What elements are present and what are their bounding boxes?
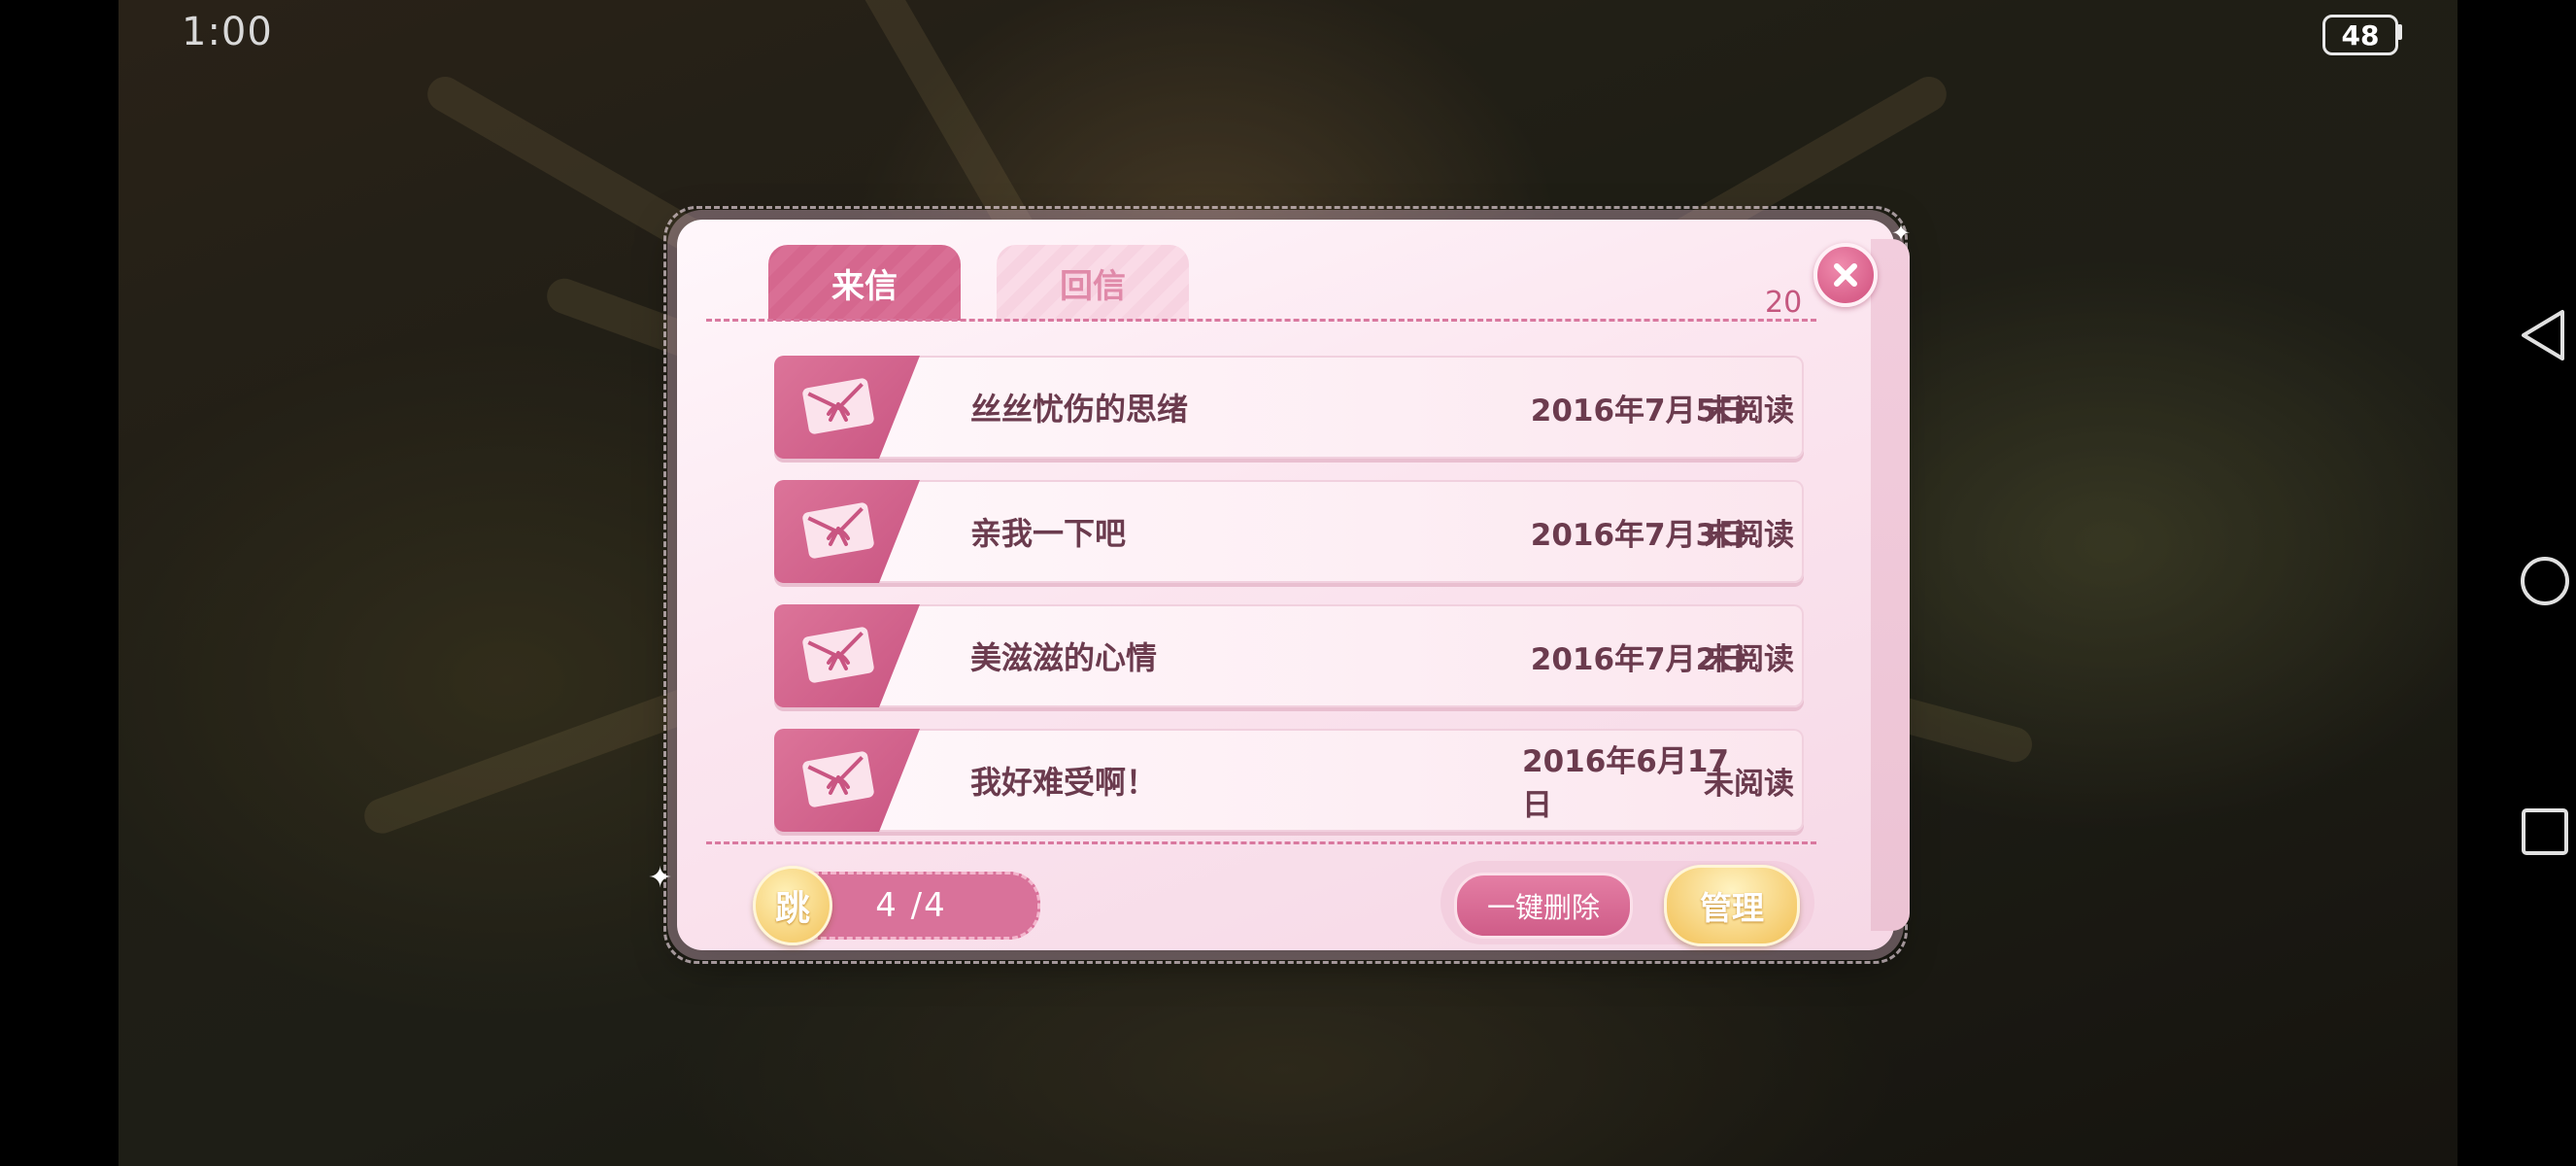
letter-status: 未阅读 xyxy=(1704,641,1794,677)
letter-title: 美滋滋的心情 xyxy=(970,639,1158,676)
letter-icon xyxy=(802,502,874,559)
letter-item[interactable]: 丝丝忧伤的思绪 2016年7月5日 未阅读 xyxy=(774,356,1804,459)
letter-title: 亲我一下吧 xyxy=(970,515,1127,552)
screen: 1:00 48 来信 回信 20 丝丝忧伤的思绪 2016年7月5日 未阅读 亲… xyxy=(0,0,2576,1166)
letter-status: 未阅读 xyxy=(1704,393,1794,429)
divider-bottom xyxy=(706,841,1816,844)
battery-indicator: 48 xyxy=(2322,15,2398,55)
letter-status: 未阅读 xyxy=(1704,517,1794,553)
letter-icon xyxy=(802,627,874,683)
letter-status: 未阅读 xyxy=(1704,766,1794,802)
sparkle-icon: ✦ xyxy=(1891,220,1912,247)
tab-inbox[interactable]: 来信 xyxy=(768,245,961,321)
letter-icon xyxy=(802,751,874,807)
letter-count: 20 xyxy=(1765,286,1803,320)
sparkle-icon: ✦ xyxy=(648,861,673,895)
manage-group: 一键删除 管理 xyxy=(1441,861,1814,946)
close-icon xyxy=(1834,263,1857,287)
letter-title: 我好难受啊！ xyxy=(970,764,1158,801)
battery-tip xyxy=(2397,24,2402,40)
home-icon[interactable] xyxy=(2516,552,2574,610)
tab-reply[interactable]: 回信 xyxy=(997,245,1189,321)
mailbox-dialog: 来信 回信 20 丝丝忧伤的思绪 2016年7月5日 未阅读 亲我一下吧 201… xyxy=(648,206,1911,964)
letter-icon xyxy=(802,378,874,434)
status-time: 1:00 xyxy=(182,10,273,54)
letter-item[interactable]: 美滋滋的心情 2016年7月2日 未阅读 xyxy=(774,604,1804,707)
letter-item[interactable]: 我好难受啊！ 2016年6月17日 未阅读 xyxy=(774,729,1804,832)
letter-list: 丝丝忧伤的思绪 2016年7月5日 未阅读 亲我一下吧 2016年7月3日 未阅… xyxy=(774,356,1804,853)
recent-apps-icon[interactable] xyxy=(2516,803,2574,861)
letter-title: 丝丝忧伤的思绪 xyxy=(970,391,1189,428)
divider-top xyxy=(706,319,1816,322)
delete-all-button[interactable]: 一键删除 xyxy=(1454,873,1633,939)
close-button[interactable] xyxy=(1813,243,1878,307)
letter-item[interactable]: 亲我一下吧 2016年7月3日 未阅读 xyxy=(774,480,1804,583)
back-icon[interactable] xyxy=(2516,306,2574,364)
side-strip xyxy=(1871,239,1910,931)
manage-button[interactable]: 管理 xyxy=(1664,865,1800,946)
jump-button[interactable]: 跳 xyxy=(753,866,832,945)
